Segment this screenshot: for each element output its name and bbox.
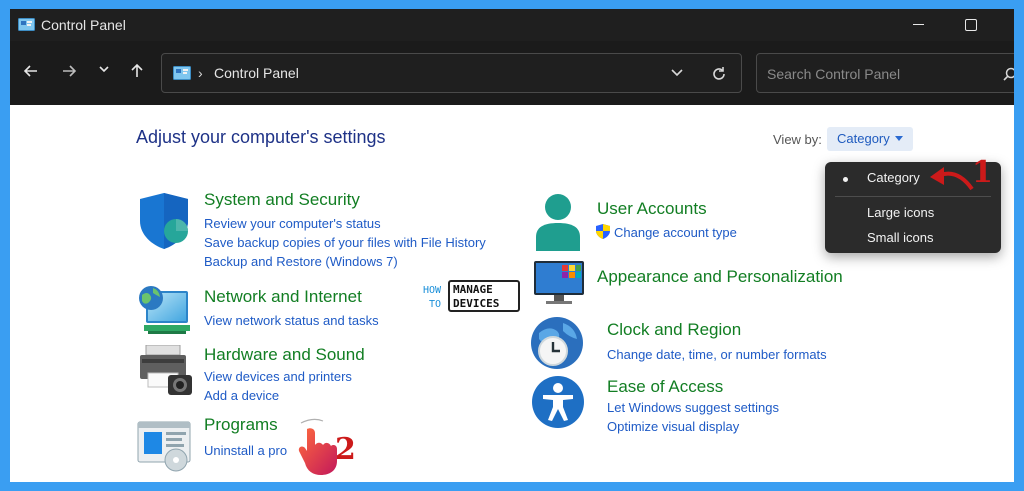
uac-shield-icon xyxy=(596,224,610,239)
refresh-icon[interactable] xyxy=(710,65,728,83)
clock-region-title[interactable]: Clock and Region xyxy=(607,320,741,340)
logo-how: HOW xyxy=(423,285,442,296)
user-accounts-title[interactable]: User Accounts xyxy=(597,199,707,219)
logo-devices: DEVICES xyxy=(453,297,499,310)
hardware-title[interactable]: Hardware and Sound xyxy=(204,345,365,365)
page-heading: Adjust your computer's settings xyxy=(136,127,386,147)
search-input[interactable] xyxy=(767,64,997,84)
add-device-link[interactable]: Add a device xyxy=(204,388,279,403)
clock-globe-icon[interactable] xyxy=(529,315,587,371)
view-by-dropdown[interactable]: Category xyxy=(827,127,913,151)
appearance-title[interactable]: Appearance and Personalization xyxy=(597,267,843,287)
back-button[interactable] xyxy=(19,63,43,85)
menu-divider xyxy=(835,196,991,197)
suggest-settings-link[interactable]: Let Windows suggest settings xyxy=(607,400,779,415)
menu-item-small-icons[interactable]: Small icons xyxy=(867,230,933,245)
ease-of-access-title[interactable]: Ease of Access xyxy=(607,377,723,397)
control-panel-window: Control Panel › Control Panel Search Con… xyxy=(10,9,1014,482)
chevron-down-icon[interactable] xyxy=(670,67,684,79)
view-by-label: View by: xyxy=(773,132,822,147)
optimize-display-link[interactable]: Optimize visual display xyxy=(607,419,739,434)
annotation-step-1: 1 xyxy=(972,155,993,190)
annotation-arrow-icon xyxy=(930,167,974,191)
control-panel-icon xyxy=(173,66,191,80)
chevron-down-icon xyxy=(99,66,109,73)
programs-title[interactable]: Programs xyxy=(204,415,278,435)
caret-down-icon xyxy=(894,136,903,141)
minimize-button[interactable] xyxy=(912,17,926,31)
maximize-button[interactable] xyxy=(965,19,977,31)
title-bar: Control Panel xyxy=(10,9,1014,41)
printer-icon[interactable] xyxy=(138,345,194,397)
logo-manage: MANAGE xyxy=(453,283,493,296)
search-box[interactable] xyxy=(756,53,1014,93)
content-area: Adjust your computer's settings View by:… xyxy=(10,105,1014,482)
howto-manage-devices-logo: HOW TO MANAGE DEVICES xyxy=(423,280,520,312)
forward-button[interactable] xyxy=(57,63,81,85)
address-bar[interactable]: › Control Panel xyxy=(161,53,742,93)
accessibility-icon[interactable] xyxy=(531,375,585,429)
logo-to: TO xyxy=(429,299,441,310)
up-button[interactable] xyxy=(125,63,149,85)
arrow-right-icon xyxy=(63,65,77,77)
selected-bullet-icon xyxy=(843,177,848,182)
user-icon[interactable] xyxy=(534,193,582,251)
review-status-link[interactable]: Review your computer's status xyxy=(204,216,381,231)
menu-item-category[interactable]: Category xyxy=(867,170,920,185)
window-title: Control Panel xyxy=(41,17,126,33)
file-history-link[interactable]: Save backup copies of your files with Fi… xyxy=(204,235,486,250)
network-title[interactable]: Network and Internet xyxy=(204,287,362,307)
search-icon[interactable] xyxy=(1003,67,1014,81)
network-status-link[interactable]: View network status and tasks xyxy=(204,313,379,328)
view-by-value: Category xyxy=(837,131,890,146)
menu-item-large-icons[interactable]: Large icons xyxy=(867,205,934,220)
appearance-monitor-icon[interactable] xyxy=(532,261,586,307)
navigation-bar: › Control Panel xyxy=(10,41,1014,105)
network-globe-icon[interactable] xyxy=(138,285,190,335)
uninstall-program-link[interactable]: Uninstall a pro xyxy=(204,443,287,458)
arrow-up-icon xyxy=(131,63,143,77)
breadcrumb-control-panel[interactable]: Control Panel xyxy=(214,65,299,81)
backup-restore-link[interactable]: Backup and Restore (Windows 7) xyxy=(204,254,398,269)
recent-locations-button[interactable] xyxy=(92,63,116,85)
arrow-left-icon xyxy=(23,65,37,77)
programs-icon[interactable] xyxy=(136,420,192,472)
annotation-step-2: 2 xyxy=(335,432,356,467)
system-security-title[interactable]: System and Security xyxy=(204,190,360,210)
shield-icon[interactable] xyxy=(136,193,192,249)
devices-printers-link[interactable]: View devices and printers xyxy=(204,369,352,384)
change-date-formats-link[interactable]: Change date, time, or number formats xyxy=(607,347,827,362)
control-panel-icon xyxy=(18,18,35,31)
breadcrumb-separator: › xyxy=(198,65,203,81)
change-account-type-link[interactable]: Change account type xyxy=(614,225,737,240)
